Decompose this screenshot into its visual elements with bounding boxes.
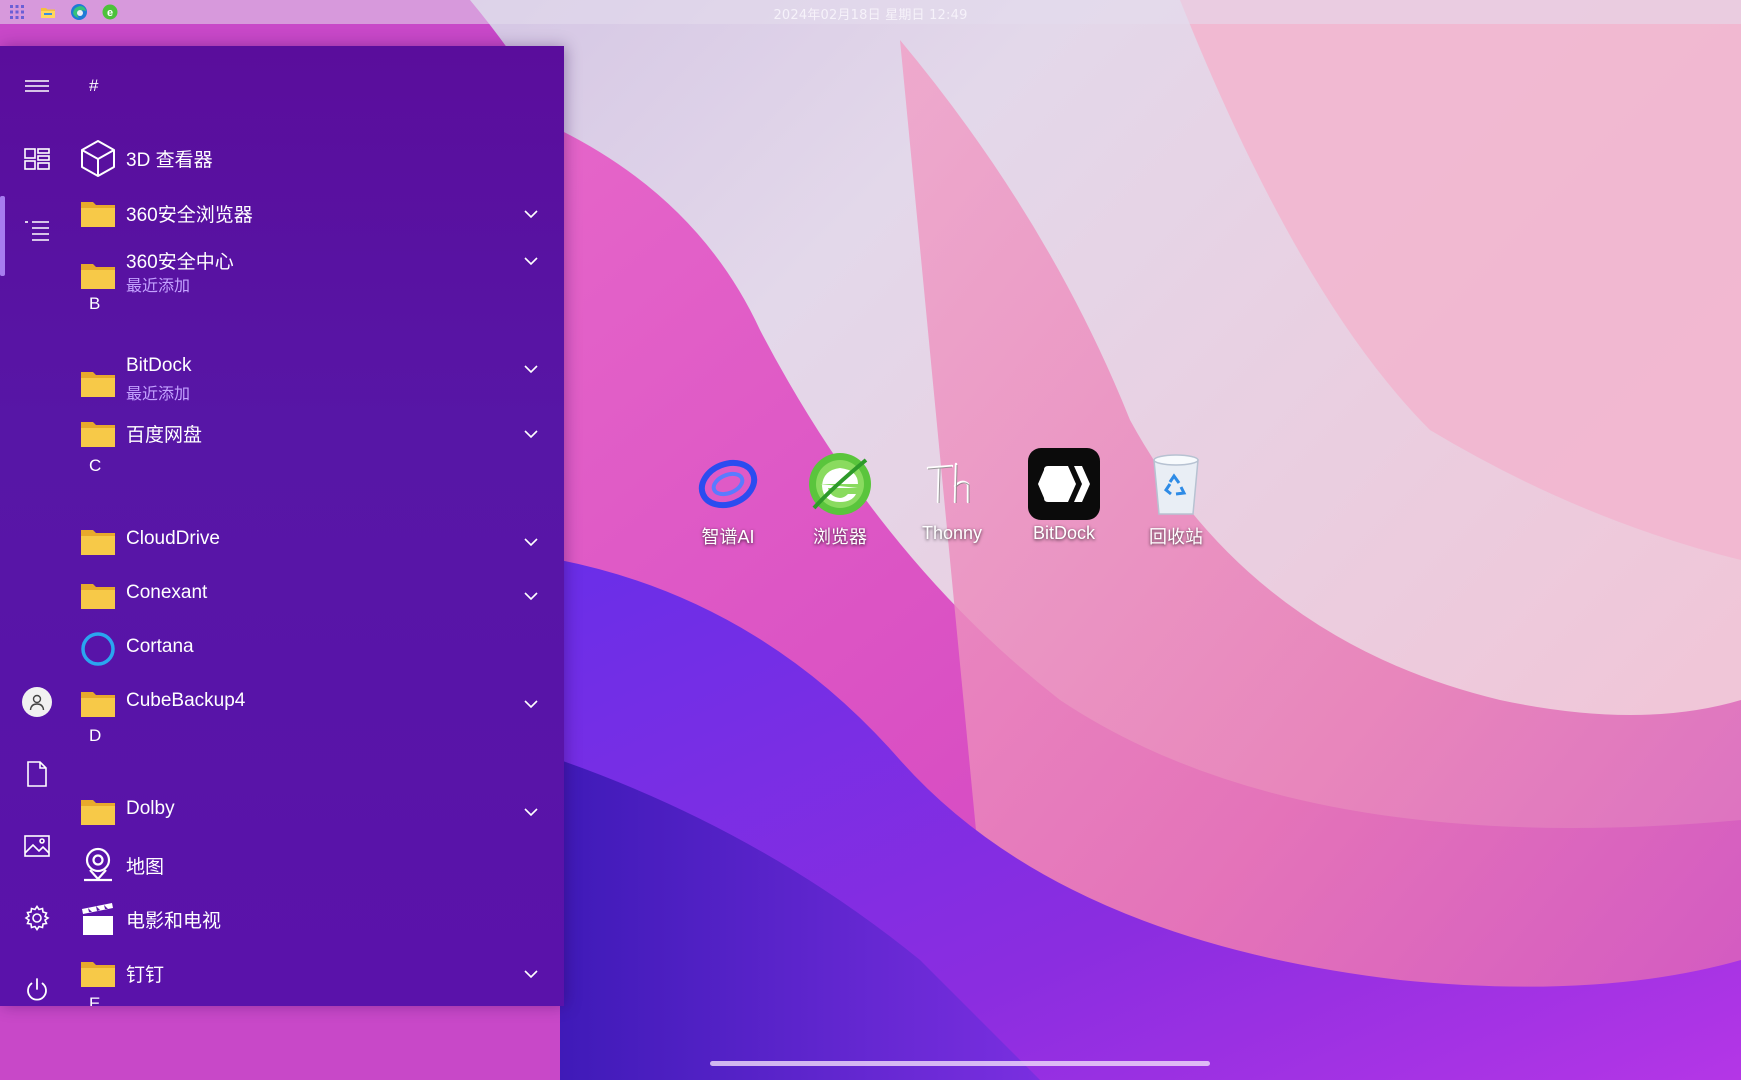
app-item-maps[interactable]: 地图 [74, 840, 544, 890]
folder-icon [78, 575, 118, 615]
app-item-dingtalk[interactable]: 钉钉 [74, 948, 544, 998]
app-item-3d-viewer[interactable]: 3D 查看器 [74, 133, 544, 183]
thonny-icon [916, 448, 988, 520]
chevron-down-icon[interactable] [522, 428, 540, 440]
app-item-clouddrive[interactable]: CloudDrive [74, 516, 544, 566]
desktop-icon-recycle-bin[interactable]: 回收站 [1126, 446, 1226, 556]
app-item-baidu-netdisk[interactable]: 百度网盘 [74, 408, 544, 458]
bitdock-icon [1028, 448, 1100, 520]
zhipu-ai-icon [692, 448, 764, 520]
desktop-icon-label: 回收站 [1149, 527, 1203, 547]
chevron-down-icon[interactable] [522, 255, 540, 267]
app-label: 钉钉 [126, 965, 165, 986]
desktop-icon-label: 浏览器 [813, 527, 867, 547]
group-header-e[interactable]: E [89, 994, 100, 1006]
app-item-dolby[interactable]: Dolby [74, 786, 544, 836]
tiles-icon[interactable] [12, 134, 62, 184]
desktop-icon-label: BitDock [1032, 523, 1095, 543]
home-indicator[interactable] [710, 1061, 1210, 1066]
chevron-down-icon[interactable] [522, 590, 540, 602]
desktop-icon-thonny[interactable]: Thonny [902, 446, 1002, 556]
desktop-icon-zhipu-ai[interactable]: 智谱AI [678, 446, 778, 556]
app-label: 360安全中心 [126, 252, 234, 273]
group-header-d[interactable]: D [89, 726, 101, 746]
folder-icon [78, 683, 118, 723]
folder-icon [78, 791, 118, 831]
app-label: 3D 查看器 [126, 150, 213, 171]
app-label: BitDock [126, 355, 192, 376]
group-header-hash[interactable]: # [89, 76, 98, 96]
app-label: Cortana [126, 636, 194, 657]
app-label: Dolby [126, 798, 175, 819]
recently-added-label: 最近添加 [126, 386, 191, 403]
start-menu-rail [0, 46, 74, 1006]
settings-icon[interactable] [12, 893, 62, 943]
desktop-icon-bitdock[interactable]: BitDock [1014, 446, 1114, 556]
app-label: 电影和电视 [126, 911, 222, 932]
chevron-down-icon[interactable] [522, 208, 540, 220]
chevron-down-icon[interactable] [522, 968, 540, 980]
app-label: 360安全浏览器 [126, 205, 253, 226]
chevron-down-icon[interactable] [522, 363, 540, 375]
folder-icon [78, 193, 118, 233]
recycle-bin-icon [1140, 448, 1212, 520]
app-label: CubeBackup4 [126, 690, 246, 711]
app-item-360-security[interactable]: 360安全中心 最近添加 [74, 243, 544, 303]
group-header-b[interactable]: B [89, 294, 100, 314]
pictures-icon[interactable] [12, 821, 62, 871]
top-status-bar: e 2024年02月18日 星期日 12:49 [0, 0, 1741, 24]
cortana-icon [78, 629, 118, 669]
app-item-conexant[interactable]: Conexant [74, 570, 544, 620]
app-item-360-browser[interactable]: 360安全浏览器 [74, 188, 544, 238]
cube-icon [78, 138, 118, 178]
maps-icon [78, 845, 118, 885]
app-item-cubebackup4[interactable]: CubeBackup4 [74, 678, 544, 728]
app-label: 地图 [126, 857, 165, 878]
start-menu: # 3D 查看器 360安全浏览器 360安全中心 最近添加 B BitDock… [0, 46, 564, 1006]
desktop-icon-browser[interactable]: 浏览器 [790, 446, 890, 556]
app-item-cortana[interactable]: Cortana [74, 624, 544, 674]
active-indicator [0, 196, 5, 276]
all-apps-list-icon[interactable] [12, 206, 62, 256]
folder-icon [78, 255, 118, 295]
user-icon[interactable] [12, 677, 62, 727]
folder-icon [78, 363, 118, 403]
desktop-icon-label: 智谱AI [701, 527, 755, 547]
app-item-movies-tv[interactable]: 电影和电视 [74, 894, 544, 944]
menu-icon[interactable] [12, 61, 62, 111]
chevron-down-icon[interactable] [522, 806, 540, 818]
group-header-c[interactable]: C [89, 456, 101, 476]
recently-added-label: 最近添加 [126, 278, 191, 295]
movies-icon [78, 899, 118, 939]
avatar [22, 687, 52, 717]
app-label: 百度网盘 [126, 425, 203, 446]
all-apps-list: # 3D 查看器 360安全浏览器 360安全中心 最近添加 B BitDock… [74, 46, 564, 1006]
power-icon[interactable] [12, 965, 62, 1006]
chevron-down-icon[interactable] [522, 536, 540, 548]
desktop-icon-label: Thonny [921, 523, 983, 543]
app-label: CloudDrive [126, 528, 220, 549]
chevron-down-icon[interactable] [522, 698, 540, 710]
folder-icon [78, 521, 118, 561]
folder-icon [78, 413, 118, 453]
browser-icon [804, 448, 876, 520]
app-item-bitdock[interactable]: BitDock 最近添加 [74, 351, 544, 411]
app-label: Conexant [126, 582, 208, 603]
clock: 2024年02月18日 星期日 12:49 [773, 8, 968, 23]
folder-icon [78, 953, 118, 993]
documents-icon[interactable] [12, 749, 62, 799]
